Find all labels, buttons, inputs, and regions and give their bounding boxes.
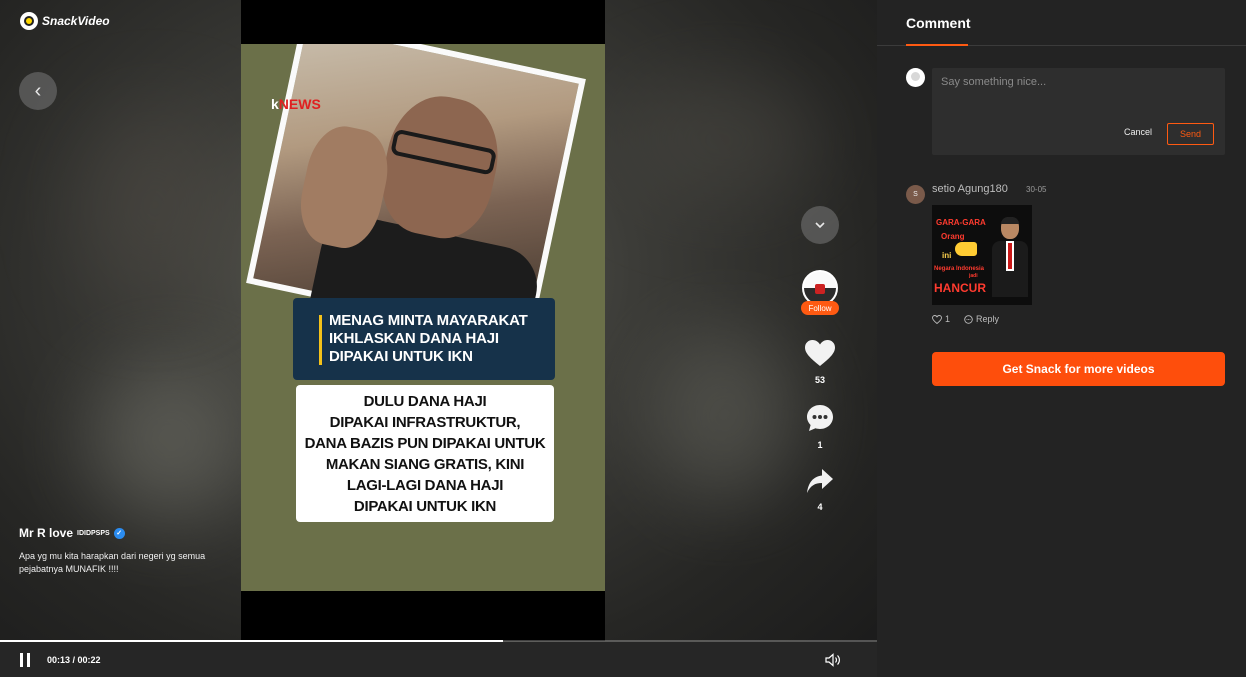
share-control: 4 [800,468,840,512]
next-video-control [800,206,840,244]
comment-image-text: jadi [969,273,978,279]
active-tab-underline [906,44,968,46]
caption-headline-text: MENAG MINTA MAYARAKAT IKHLASKAN DANA HAJ… [329,312,528,365]
send-button[interactable]: Send [1167,123,1214,145]
panel-header: Comment [877,0,1246,46]
video-description: Apa yg mu kita harapkan dari negeri yg s… [19,551,206,574]
like-count: 53 [814,375,825,385]
comment-control: 1 [800,404,840,450]
heart-icon [805,340,835,366]
comment-image-text: Negara Indonesia [934,266,985,272]
heart-outline-icon [932,314,942,324]
player-controls: 00:13 / 00:22 [0,642,877,677]
cancel-button[interactable]: Cancel [1124,127,1152,137]
time-display: 00:13 / 00:22 [47,655,101,665]
news-watermark: kNEWS [271,96,321,112]
comment-date: 30-05 [1026,185,1047,194]
background-blur [620,80,820,200]
comment-image[interactable]: GARA-GARA Orang ini Negara Indonesia jad… [932,205,1032,305]
share-arrow-icon [807,469,833,493]
speaker-icon [825,653,840,667]
commenter-avatar[interactable]: S [906,185,925,204]
video-content: kNEWS MENAG MINTA MAYARAKAT IKHLASKAN DA… [241,44,605,591]
caption-headline: MENAG MINTA MAYARAKAT IKHLASKAN DANA HAJ… [293,298,555,380]
video-frame[interactable]: kNEWS MENAG MINTA MAYARAKAT IKHLASKAN DA… [241,0,605,641]
like-control: 53 [800,340,840,385]
author-avatar-image [804,272,836,304]
author-name[interactable]: Mr R love [19,526,73,540]
comment-like-button[interactable]: 1 [932,314,950,324]
follow-button[interactable]: Follow [801,301,839,315]
comment-bubble-icon [807,405,833,431]
pause-button[interactable] [20,653,34,667]
verified-badge-icon: ✓ [113,527,125,539]
next-video-button[interactable] [801,206,839,244]
commenter-name[interactable]: setio Agung180 [932,183,1008,195]
share-count: 4 [817,502,823,512]
snack-logo-icon [20,12,38,30]
comment-input[interactable] [941,76,1216,116]
brand-logo[interactable]: SnackVideo [20,12,110,30]
brand-logo-text: SnackVideo [42,14,110,28]
author-tag: IDIDPSPS [77,529,110,537]
comment-image-text: ini [942,251,952,260]
back-button[interactable]: ‹ [19,72,57,110]
comment-image-person [990,217,1030,297]
current-user-avatar [906,68,925,87]
chevron-left-icon: ‹ [34,79,42,102]
background-blur [650,330,800,500]
caption-body-text: DULU DANA HAJI DIPAKAI INFRASTRUKTUR, DA… [304,392,546,515]
news-watermark-text: NEWS [278,96,321,112]
author-name-row: Mr R love IDIDPSPS ✓ [19,526,229,540]
author-info: Mr R love IDIDPSPS ✓ Apa yg mu kita hara… [19,526,229,576]
background-blur [80,110,230,300]
comment-panel: Comment Cancel Send S setio Agung180 30-… [877,0,1246,677]
news-watermark-prefix: k [271,96,279,112]
caption-body: DULU DANA HAJI DIPAKAI INFRASTRUKTUR, DA… [296,385,554,522]
background-blur [90,360,250,520]
comment-count: 1 [817,440,823,450]
chevron-down-icon [815,222,825,229]
comment-reply-button[interactable]: Reply [964,314,999,324]
reply-bubble-icon [964,314,973,324]
comment-like-count: 1 [945,314,951,324]
pause-icon [20,653,23,667]
comment-tab[interactable]: Comment [906,15,971,31]
get-app-button[interactable]: Get Snack for more videos [932,352,1225,386]
pause-icon [27,653,30,667]
comment-image-text: GARA-GARA [936,218,986,227]
comment-button[interactable] [806,404,834,435]
share-button[interactable] [806,468,834,497]
like-button[interactable] [805,340,835,370]
video-player: SnackVideo ‹ kNEWS MENAG MINTA MAYARAKAT… [0,0,877,677]
comment-image-text: Orang [941,232,965,241]
person-tie [1008,243,1012,269]
comment-image-text: HANCUR [934,281,986,295]
volume-button[interactable] [825,653,841,667]
comment-input-box: Cancel Send [932,68,1225,155]
pointing-hand-icon [955,242,977,256]
person-hair [1001,217,1019,224]
comment-reply-label: Reply [976,314,1000,324]
comment-actions: 1 Reply [932,314,999,324]
